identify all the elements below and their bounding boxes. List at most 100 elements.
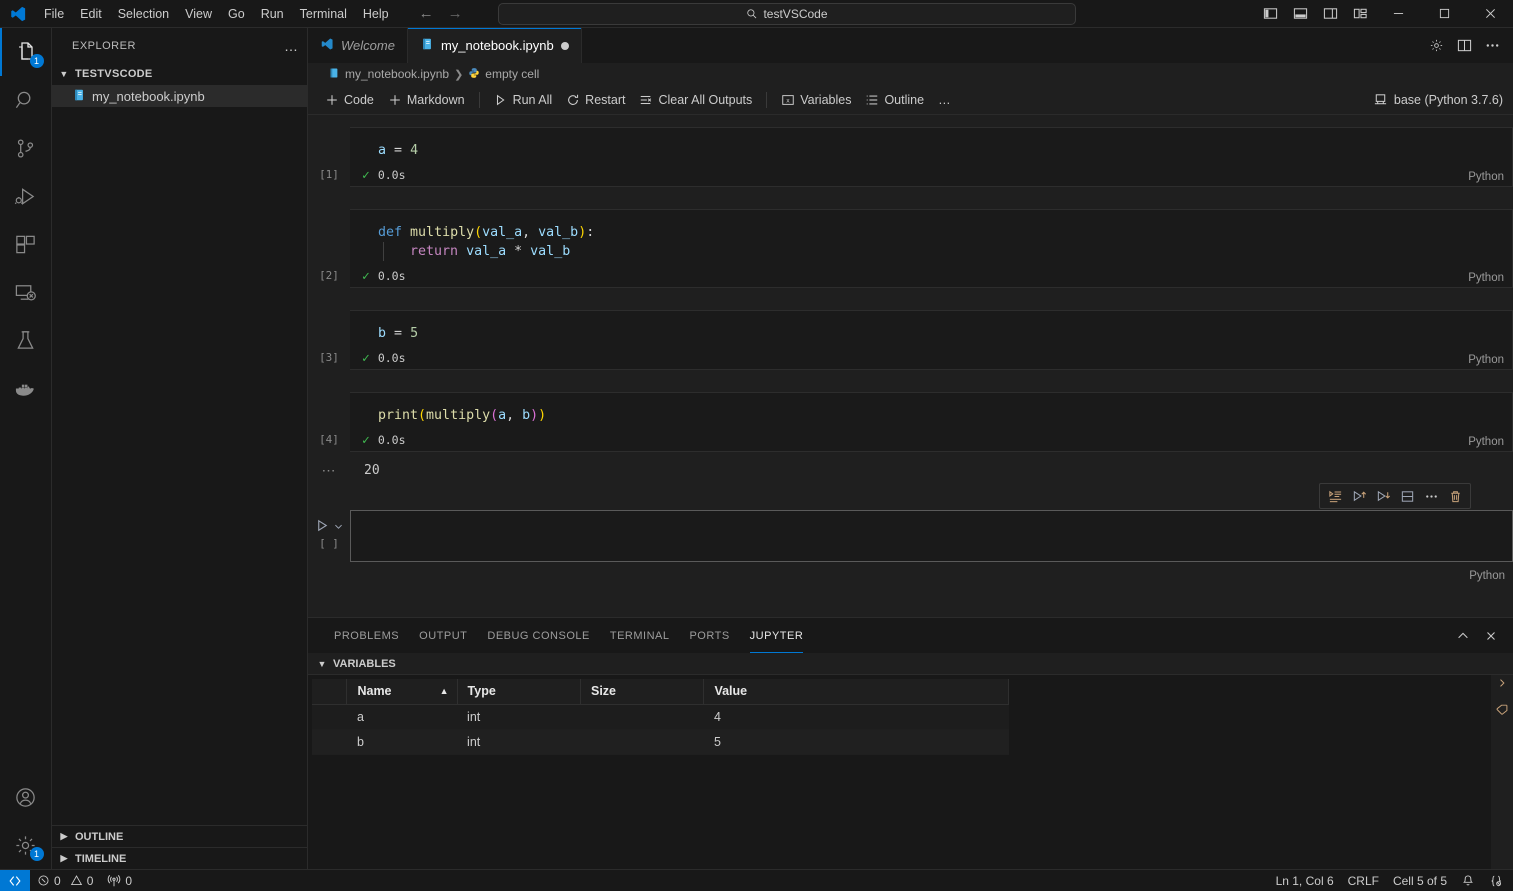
filter-variables-icon[interactable] [1495, 703, 1509, 717]
notebook-more-actions-icon[interactable]: … [931, 89, 958, 111]
notebook-cell-empty[interactable]: [ ] Python [308, 483, 1513, 582]
activity-run-debug-icon[interactable] [0, 172, 52, 220]
menu-go[interactable]: Go [220, 3, 253, 25]
activity-remote-explorer-icon[interactable] [0, 268, 52, 316]
outline-button[interactable]: Outline [858, 89, 931, 111]
notifications-bell-icon[interactable] [1454, 870, 1482, 891]
activity-source-control-icon[interactable] [0, 124, 52, 172]
column-header-name[interactable]: Name ▲ [346, 679, 458, 705]
menu-selection[interactable]: Selection [110, 3, 177, 25]
cell-language-label[interactable]: Python [1468, 272, 1504, 284]
menu-view[interactable]: View [177, 3, 220, 25]
column-header-value[interactable]: Value [703, 679, 1009, 705]
run-by-line-icon[interactable] [1347, 485, 1371, 507]
notebook-cell[interactable]: [4] print(multiply(a, b)) ✓ 0.0s Python [308, 392, 1513, 452]
panel-tab-debug-console[interactable]: DEBUG CONSOLE [477, 618, 599, 653]
menu-file[interactable]: File [36, 3, 72, 25]
cell-language-label[interactable]: Python [1469, 570, 1505, 582]
split-editor-icon[interactable] [1451, 28, 1477, 63]
bracket-pair-icon[interactable] [1482, 870, 1513, 891]
add-code-cell-button[interactable]: Code [318, 89, 381, 111]
maximize-button[interactable] [1421, 0, 1467, 28]
expand-rail-icon[interactable] [1496, 677, 1508, 689]
sidebar-folder-section[interactable]: ▼ TESTVSCODE [52, 63, 307, 85]
tab-my-notebook[interactable]: my_notebook.ipynb [407, 28, 582, 63]
execute-above-icon[interactable] [1323, 485, 1347, 507]
restart-kernel-button[interactable]: Restart [559, 89, 632, 111]
cell-language-label[interactable]: Python [1468, 436, 1504, 448]
add-markdown-cell-button[interactable]: Markdown [381, 89, 472, 111]
panel-tab-terminal[interactable]: TERMINAL [600, 618, 680, 653]
cell-language-label[interactable]: Python [1468, 171, 1504, 183]
activity-manage-settings-icon[interactable]: 1 [0, 821, 52, 869]
variables-button[interactable]: x Variables [774, 89, 858, 111]
cell-language-label[interactable]: Python [1468, 354, 1504, 366]
panel-tab-output[interactable]: OUTPUT [409, 618, 477, 653]
customize-layout-icon[interactable] [1345, 0, 1375, 28]
menu-run[interactable]: Run [253, 3, 292, 25]
sidebar-file-my-notebook[interactable]: my_notebook.ipynb [52, 85, 307, 107]
breadcrumb-item-cell[interactable]: empty cell [468, 67, 539, 82]
variables-section-header[interactable]: ▼ VARIABLES [308, 653, 1513, 675]
minimize-button[interactable] [1375, 0, 1421, 28]
remote-window-indicator[interactable] [0, 869, 30, 891]
cell-editor[interactable]: def multiply(val_a, val_b): return val_a… [350, 209, 1513, 288]
close-panel-icon[interactable] [1479, 624, 1503, 648]
cursor-position[interactable]: Ln 1, Col 6 [1269, 870, 1341, 891]
panel-tab-ports[interactable]: PORTS [679, 618, 739, 653]
breadcrumb-item-file[interactable]: my_notebook.ipynb [328, 67, 449, 82]
clear-all-outputs-button[interactable]: Clear All Outputs [632, 89, 759, 111]
cell-position[interactable]: Cell 5 of 5 [1386, 870, 1454, 891]
arrow-left-icon[interactable]: ← [419, 6, 434, 21]
panel-tab-problems[interactable]: PROBLEMS [324, 618, 409, 653]
menu-help[interactable]: Help [355, 3, 397, 25]
toggle-panel-icon[interactable] [1285, 0, 1315, 28]
run-cell-icon[interactable] [315, 518, 330, 538]
split-cell-icon[interactable] [1395, 485, 1419, 507]
toggle-primary-sidebar-icon[interactable] [1255, 0, 1285, 28]
sidebar-more-actions-icon[interactable]: … [284, 38, 299, 54]
cell-editor-empty[interactable] [350, 510, 1513, 562]
output-collapse-icon[interactable]: ⋯ [308, 462, 350, 480]
chevron-down-icon[interactable] [333, 519, 344, 537]
activity-extensions-icon[interactable] [0, 220, 52, 268]
notebook-scroll-region[interactable]: [1] a = 4 ✓ 0.0s Python [2] def multiply… [308, 115, 1513, 617]
cell-editor[interactable]: b = 5 ✓ 0.0s Python [350, 310, 1513, 370]
column-header-size[interactable]: Size [580, 679, 705, 705]
line-endings[interactable]: CRLF [1341, 870, 1386, 891]
activity-search-icon[interactable] [0, 76, 52, 124]
collapse-panel-icon[interactable] [1451, 624, 1475, 648]
run-all-button[interactable]: Run All [487, 89, 560, 111]
activity-testing-icon[interactable] [0, 316, 52, 364]
column-header-type[interactable]: Type [457, 679, 582, 705]
kernel-selector[interactable]: base (Python 3.7.6) [1366, 90, 1513, 109]
sidebar-section-outline[interactable]: ▶ OUTLINE [52, 825, 307, 847]
cell-editor[interactable]: a = 4 ✓ 0.0s Python [350, 127, 1513, 187]
problems-status[interactable]: 0 0 [30, 870, 100, 891]
execute-below-icon[interactable] [1371, 485, 1395, 507]
activity-explorer-icon[interactable]: 1 [0, 28, 52, 76]
editor-more-actions-icon[interactable] [1479, 28, 1505, 63]
column-header-index[interactable] [312, 679, 348, 705]
panel-tab-jupyter[interactable]: JUPYTER [740, 618, 814, 653]
toggle-secondary-sidebar-icon[interactable] [1315, 0, 1345, 28]
cell-more-actions-icon[interactable] [1419, 485, 1443, 507]
table-row[interactable]: b int 5 [312, 729, 1009, 755]
notebook-cell[interactable]: [1] a = 4 ✓ 0.0s Python [308, 127, 1513, 187]
menu-terminal[interactable]: Terminal [292, 3, 355, 25]
activity-docker-icon[interactable] [0, 364, 52, 412]
delete-cell-icon[interactable] [1443, 485, 1467, 507]
ports-status[interactable]: 0 [100, 870, 139, 891]
quick-search-box[interactable]: testVSCode [498, 2, 1076, 25]
settings-gear-icon[interactable] [1423, 28, 1449, 63]
dirty-indicator-icon[interactable] [560, 41, 569, 50]
notebook-cell[interactable]: [2] def multiply(val_a, val_b): return v… [308, 209, 1513, 288]
menu-edit[interactable]: Edit [72, 3, 110, 25]
cell-editor[interactable]: print(multiply(a, b)) ✓ 0.0s Python [350, 392, 1513, 452]
tab-welcome[interactable]: Welcome [308, 28, 408, 63]
sidebar-section-timeline[interactable]: ▶ TIMELINE [52, 847, 307, 869]
close-button[interactable] [1467, 0, 1513, 28]
table-row[interactable]: a int 4 [312, 704, 1009, 730]
notebook-cell[interactable]: [3] b = 5 ✓ 0.0s Python [308, 310, 1513, 370]
arrow-right-icon[interactable]: → [448, 6, 463, 21]
